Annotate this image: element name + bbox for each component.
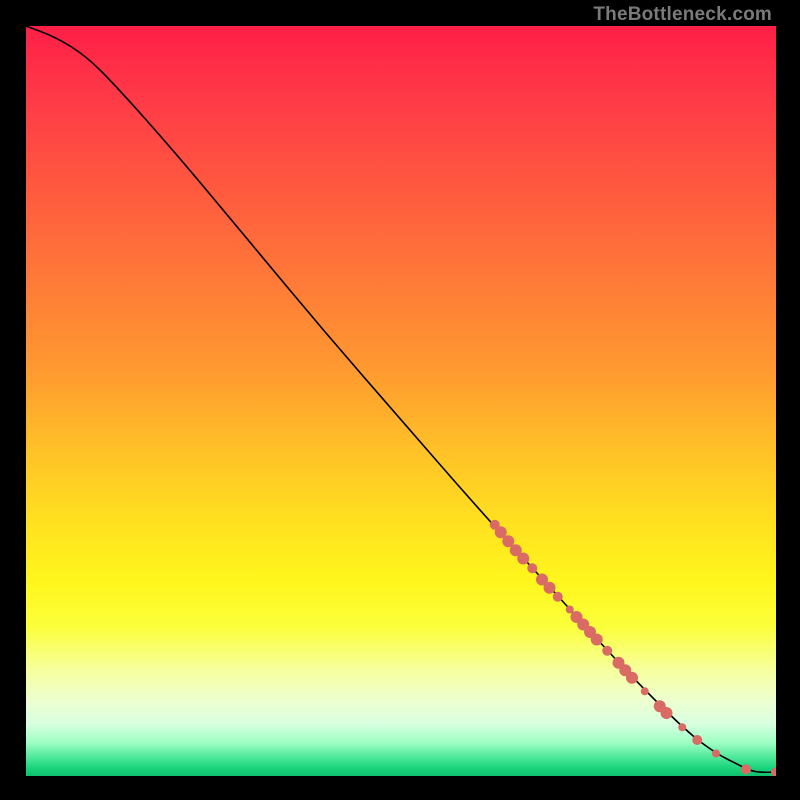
scatter-dot <box>544 582 556 594</box>
scatter-dot <box>692 735 702 745</box>
plot-area <box>26 26 776 776</box>
scatter-dot <box>566 606 574 614</box>
scatter-dot <box>771 767 776 776</box>
scatter-dot <box>591 634 603 646</box>
scatter-dot <box>641 687 649 695</box>
curve-line <box>26 26 776 772</box>
scatter-dot <box>661 707 673 719</box>
scatter-dots <box>490 520 776 776</box>
watermark-text: TheBottleneck.com <box>593 4 772 26</box>
scatter-dot <box>678 723 686 731</box>
chart-container: TheBottleneck.com <box>0 0 800 800</box>
scatter-dot <box>741 764 751 774</box>
scatter-dot <box>712 750 720 758</box>
scatter-dot <box>527 563 537 573</box>
scatter-dot <box>602 646 612 656</box>
scatter-dot <box>517 553 529 565</box>
chart-overlay <box>26 26 776 776</box>
scatter-dot <box>553 592 563 602</box>
scatter-dot <box>626 672 638 684</box>
